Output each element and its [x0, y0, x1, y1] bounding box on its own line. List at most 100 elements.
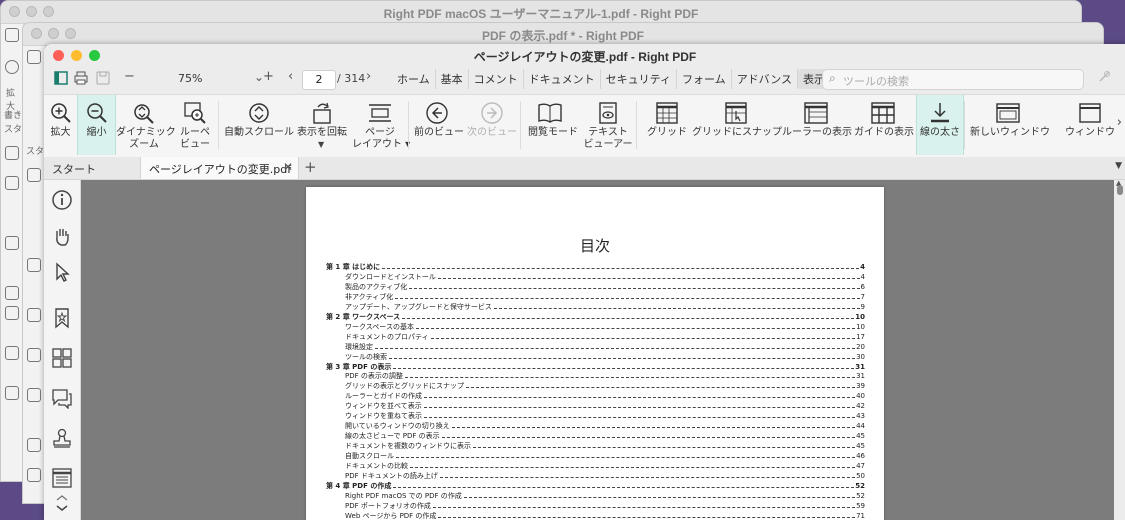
ribbon-button-zoom-out[interactable]: 縮小 — [77, 95, 116, 155]
toc-entry-page: 52 — [856, 491, 865, 500]
ribbon-button-reading-mode[interactable]: 閲覧モード — [528, 95, 578, 155]
ribbon-button-guide[interactable]: ガイドの表示 — [854, 95, 914, 155]
toc-entry[interactable]: ワークスペースの基本 10 — [326, 323, 865, 333]
toc-entry-page: 4 — [860, 263, 865, 271]
next-page-icon[interactable]: › — [366, 69, 371, 84]
ribbon-button-auto-scroll[interactable]: 自動スクロール — [224, 95, 294, 155]
panel-scroll-icon[interactable] — [50, 492, 74, 514]
ribbon-button-ruler[interactable]: ルーラーの表示 — [782, 95, 852, 155]
ribbon-button-window[interactable]: ウィンドウ — [1050, 95, 1125, 155]
prev-page-icon[interactable]: ‹ — [288, 69, 293, 84]
save-icon[interactable] — [96, 71, 110, 89]
menu-tab-0[interactable]: ホーム — [392, 69, 436, 89]
page-number-input[interactable]: 2 — [302, 70, 336, 90]
zoom-out-small-icon[interactable]: − — [124, 69, 135, 84]
ribbon-chevron-right-icon[interactable]: › — [1117, 115, 1122, 130]
vertical-scrollbar[interactable]: ▲ — [1114, 179, 1125, 520]
select-tool-icon[interactable] — [50, 260, 74, 284]
background-window-2-titlebar[interactable]: PDF の表示.pdf * - Right PDF — [23, 23, 1103, 46]
toc-entry[interactable]: PDF ポートフォリオの作成 59 — [326, 502, 865, 512]
menu-tab-1[interactable]: 基本 — [436, 69, 469, 89]
top-toolbar: − 75% ⌄ + ‹ 2 / 314 › ホーム 基本 コメント ドキュメント セキュ… — [44, 67, 1125, 94]
menu-tab-4[interactable]: セキュリティ — [601, 69, 678, 89]
ribbon-button-page-layout[interactable]: ページ レイアウト ▾ — [352, 95, 410, 155]
ribbon-button-line-weight[interactable]: 線の太さ — [916, 95, 964, 155]
zoom-select[interactable]: 75% ⌄ — [178, 70, 264, 88]
tab-document[interactable]: ページレイアウトの変更.pdf ✕ — [140, 157, 299, 179]
bookmark-icon[interactable] — [50, 306, 74, 330]
toc-leader — [437, 277, 860, 279]
toc-entry[interactable]: 非アクティブ化 7 — [326, 293, 865, 303]
hand-tool-icon[interactable] — [50, 224, 74, 248]
ribbon-button-next-view[interactable]: 次のビュー — [464, 95, 520, 155]
loupe-icon — [176, 99, 214, 127]
toc-entry[interactable]: 第 2 章 ワークスペース 10 — [326, 313, 865, 323]
menu-tab-5[interactable]: フォーム — [677, 69, 732, 89]
toc-entry[interactable]: 環境設定 20 — [326, 343, 865, 353]
menu-tabs: ホーム 基本 コメント ドキュメント セキュリティ フォーム アドバンス 表示 — [392, 69, 831, 89]
toc-entry[interactable]: ドキュメントの比較 47 — [326, 462, 865, 472]
comments-icon[interactable] — [50, 386, 74, 410]
sidebar-toggle-icon[interactable] — [54, 71, 68, 89]
toc-entry[interactable]: 第 4 章 PDF の作成 52 — [326, 482, 865, 492]
scrollbar-thumb[interactable] — [1117, 185, 1123, 195]
bookmark-icon — [27, 258, 41, 272]
ribbon-button-grid[interactable]: グリッド — [644, 95, 690, 155]
print-icon[interactable] — [74, 71, 88, 89]
main-window[interactable]: ページレイアウトの変更.pdf - Right PDF − 75% ⌄ + ‹ … — [44, 44, 1125, 520]
toc-entry-title: PDF の表示の調整 — [345, 372, 403, 381]
toc-entry[interactable]: グリッドの表示とグリッドにスナップ 39 — [326, 382, 865, 392]
menu-tab-2[interactable]: コメント — [469, 69, 524, 89]
ribbon-button-text-viewer[interactable]: テキスト ビューアー — [574, 95, 642, 155]
menu-tab-6[interactable]: アドバンス — [732, 69, 799, 89]
ribbon-button-snap-to-grid[interactable]: グリッドにスナップ — [692, 95, 782, 155]
toc-entry[interactable]: 開いているウィンドウの切り換え 44 — [326, 422, 865, 432]
toc-leader — [395, 297, 860, 299]
toc-entry[interactable]: アップデート、アップグレードと保守サービス 9 — [326, 303, 865, 313]
close-tab-icon[interactable]: ✕ — [283, 160, 293, 174]
menu-tab-3[interactable]: ドキュメント — [524, 69, 601, 89]
stamp-icon[interactable] — [50, 426, 74, 450]
toc-entry[interactable]: ルーラーとガイドの作成 40 — [326, 392, 865, 402]
toc-entry[interactable]: PDF ドキュメントの読み上げ 50 — [326, 472, 865, 482]
ribbon-button-loupe[interactable]: ルーペ ビュー — [176, 95, 214, 155]
toc-entry-page: 43 — [856, 412, 865, 421]
ribbon-button-dynamic-zoom[interactable]: ダイナミック ズーム — [116, 95, 176, 155]
toc-entry[interactable]: 第 3 章 PDF の表示 31 — [326, 363, 865, 373]
toc-entry[interactable]: ツールの検索 30 — [326, 353, 865, 363]
toc-entry[interactable]: ダウンロードとインストール 4 — [326, 273, 865, 283]
tab-start[interactable]: スタート — [52, 161, 96, 177]
rotate-dropdown-icon[interactable]: ▼ — [318, 140, 324, 149]
pin-icon[interactable] — [1098, 70, 1111, 87]
tabs-dropdown-icon[interactable]: ▼ — [1115, 161, 1122, 171]
background-window-1-titlebar[interactable]: Right PDF macOS ユーザーマニュアル-1.pdf - Right … — [1, 1, 1081, 24]
background-window-1-sidebar: 拡大 書き スタ — [1, 24, 24, 481]
form-list-icon[interactable] — [50, 466, 74, 490]
zoom-value: 75% — [178, 72, 203, 85]
toc-entry[interactable]: Right PDF macOS での PDF の作成 52 — [326, 492, 865, 502]
toc-entry[interactable]: 線の太さビューで PDF の表示 45 — [326, 432, 865, 442]
ribbon-button-new-window[interactable]: 新しいウィンドウ — [970, 95, 1050, 155]
ribbon-button-previous-view[interactable]: 前のビュー — [414, 95, 464, 155]
ribbon-label-line2: ビューアー — [583, 139, 633, 150]
new-tab-button[interactable]: + — [304, 158, 317, 176]
ribbon-label: ガイドの表示 — [854, 127, 914, 138]
ribbon-button-zoom-in[interactable]: 拡大 — [44, 95, 77, 155]
ribbon-label: 自動スクロール — [224, 127, 294, 138]
toc-entry[interactable]: 第 1 章 はじめに 4 — [326, 263, 865, 273]
toc-entry[interactable]: 製品のアクティブ化 6 — [326, 283, 865, 293]
main-titlebar[interactable]: ページレイアウトの変更.pdf - Right PDF — [44, 44, 1125, 67]
zoom-in-small-icon[interactable]: + — [263, 69, 274, 84]
toc-entry[interactable]: ウィンドウを並べて表示 42 — [326, 402, 865, 412]
thumbnails-icon[interactable] — [50, 346, 74, 370]
toc-entry-page: 42 — [856, 402, 865, 411]
toc-entry[interactable]: ウィンドウを重ねて表示 43 — [326, 412, 865, 422]
toc-entry[interactable]: ドキュメントを複数のウィンドウに表示 45 — [326, 442, 865, 452]
info-icon[interactable] — [50, 188, 74, 212]
toc-entry[interactable]: 自動スクロール 46 — [326, 452, 865, 462]
document-viewer[interactable]: 目次 第 1 章 はじめに 4 ダウンロードとインストール 4 製品のアクティブ化 6 非ア… — [81, 179, 1125, 520]
toc-entry-title: Right PDF macOS での PDF の作成 — [345, 491, 462, 500]
toc-entry[interactable]: ドキュメントのプロパティ 17 — [326, 333, 865, 343]
toc-entry[interactable]: PDF の表示の調整 31 — [326, 372, 865, 382]
tool-search-input[interactable]: ⌕ ツールの検索 — [822, 69, 1084, 90]
